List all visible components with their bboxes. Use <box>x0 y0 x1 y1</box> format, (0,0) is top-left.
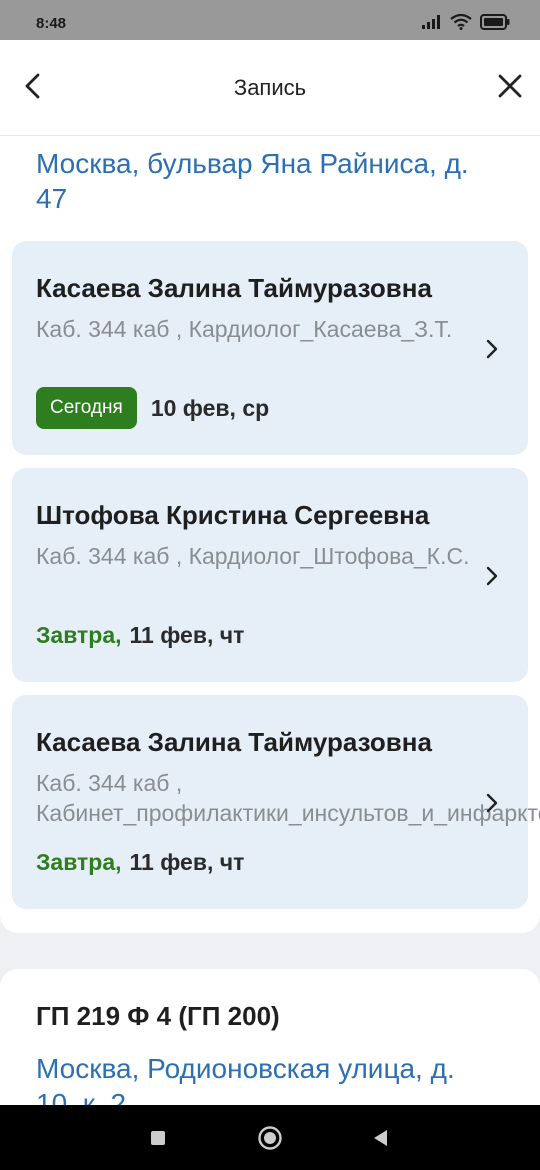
page-title: Запись <box>233 75 307 100</box>
doctor-name: Касаева Залина Таймуразовна <box>36 727 432 757</box>
clinic-address[interactable]: Москва, Родионовская улица, д. 10, к. 2 <box>36 1051 496 1109</box>
clinic-section: ГП 219 Ф 4 (ГП 200) Москва, Родионовская… <box>0 969 540 1109</box>
header: Запись <box>0 40 540 136</box>
signal-icon <box>422 15 442 34</box>
close-button[interactable] <box>492 70 528 106</box>
clinic-name: ГП 219 Ф 4 (ГП 200) <box>36 1001 280 1031</box>
appointment-date: 11 фев, чт <box>129 621 245 648</box>
cabinet-info: Каб. 344 каб , Кардиолог_Касаева_З.Т. <box>36 316 453 342</box>
cabinet-info: Каб. 344 каб , Кабинет_профилактики_инсу… <box>36 770 540 826</box>
appointment-card[interactable]: Касаева Залина Таймуразовна Каб. 344 каб… <box>12 695 540 909</box>
clinic-section: Москва, бульвар Яна Райниса, д. 47 Касае… <box>0 136 540 933</box>
date-row: Завтра, 11 фев, чт <box>36 614 244 656</box>
battery-icon <box>480 14 510 35</box>
appointment-card[interactable]: Касаева Залина Таймуразовна Каб. 344 каб… <box>12 241 528 455</box>
chevron-right-icon <box>482 791 502 815</box>
recent-apps-icon[interactable] <box>145 1125 171 1151</box>
status-icons <box>422 13 510 35</box>
system-nav-bar <box>0 1105 540 1170</box>
cabinet-info: Каб. 344 каб , Кардиолог_Штофова_К.С. <box>36 543 470 569</box>
today-badge: Сегодня <box>36 387 137 429</box>
doctor-name: Касаева Залина Таймуразовна <box>36 273 432 303</box>
appointment-date: 11 фев, чт <box>129 848 245 875</box>
back-icon[interactable] <box>368 1125 394 1151</box>
chevron-right-icon <box>482 337 502 361</box>
status-bar: 8:48 <box>0 0 540 40</box>
appointment-card[interactable]: Штофова Кристина Сергеевна Каб. 344 каб … <box>12 468 528 682</box>
home-icon[interactable] <box>257 1125 283 1151</box>
status-time: 8:48 <box>36 15 67 32</box>
day-label: Завтра, <box>36 848 122 875</box>
doctor-name: Штофова Кристина Сергеевна <box>36 500 430 530</box>
date-row: Сегодня 10 фев, ср <box>36 387 269 429</box>
day-label: Завтра, <box>36 621 122 648</box>
chevron-right-icon <box>482 564 502 588</box>
date-row: Завтра, 11 фев, чт <box>36 841 244 883</box>
appointment-date: 10 фев, ср <box>150 394 270 421</box>
wifi-icon <box>450 13 472 35</box>
close-icon <box>497 73 523 104</box>
clinic-address[interactable]: Москва, бульвар Яна Райниса, д. 47 <box>36 146 496 216</box>
